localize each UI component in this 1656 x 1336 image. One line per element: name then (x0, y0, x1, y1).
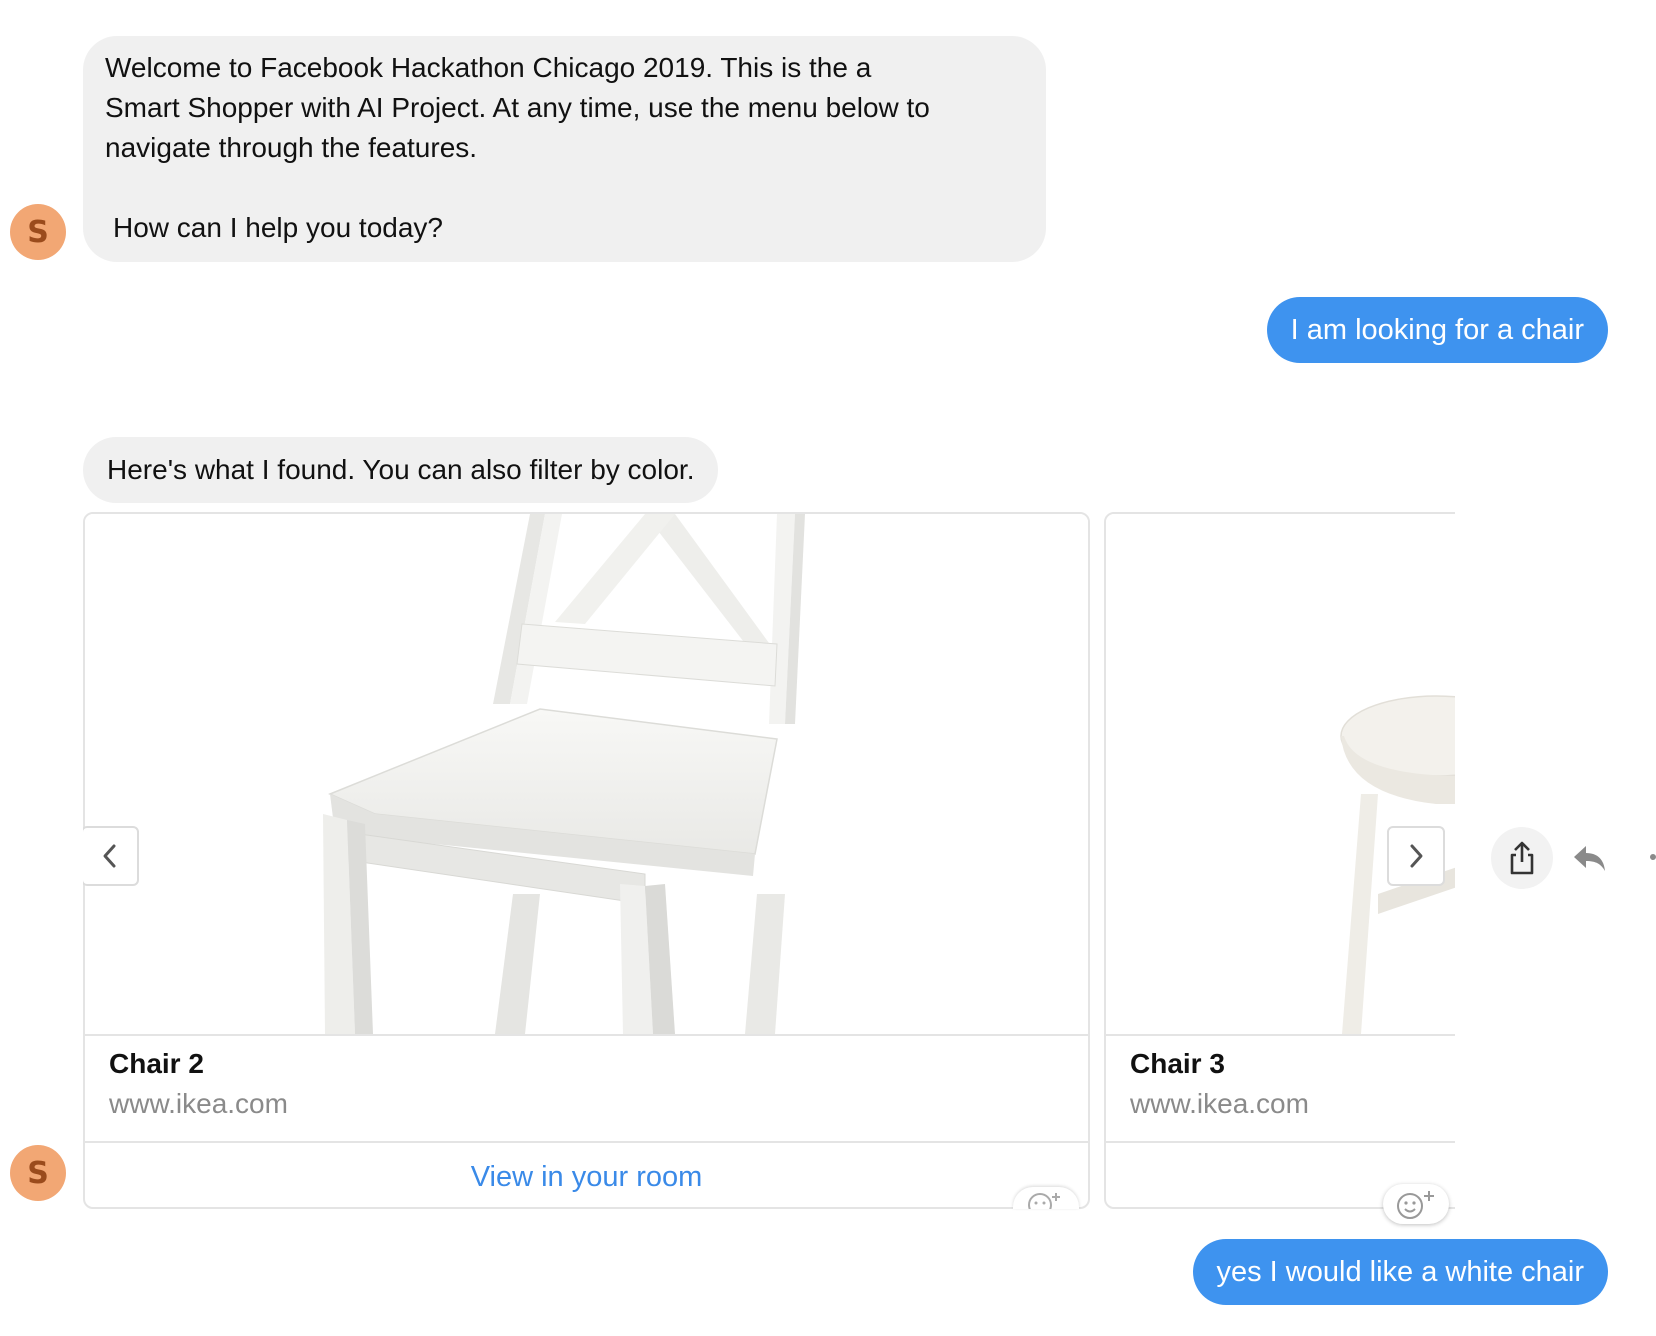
welcome-message: Welcome to Facebook Hackathon Chicago 20… (83, 36, 1046, 262)
view-in-room-button[interactable]: View in your room (85, 1143, 1088, 1207)
add-reaction-icon (1028, 1193, 1060, 1209)
bot-avatar[interactable]: S (10, 1145, 66, 1201)
add-reaction-button[interactable] (1383, 1184, 1449, 1224)
card-subtitle: www.ikea.com (1130, 1088, 1309, 1119)
chevron-left-icon (103, 844, 116, 868)
share-button[interactable] (1491, 827, 1553, 889)
add-reaction-icon (1397, 1191, 1434, 1219)
user-message-white-chair: yes I would like a white chair (1192, 1239, 1608, 1305)
card-title: Chair 3 (1130, 1048, 1225, 1079)
product-carousel[interactable]: Chair 2 www.ikea.com View in your room C… (83, 512, 1455, 1209)
welcome-line-3: navigate through the features. (105, 132, 478, 163)
welcome-line-2: Smart Shopper with AI Project. At any ti… (105, 92, 930, 123)
carousel-prev-button[interactable] (83, 826, 139, 886)
user-message-chair: I am looking for a chair (1266, 297, 1608, 363)
chair-2-image[interactable] (85, 514, 1088, 1036)
card-title: Chair 2 (109, 1048, 204, 1079)
bot-avatar-letter: S (27, 1155, 49, 1191)
card-subtitle: www.ikea.com (109, 1088, 288, 1119)
reply-button[interactable] (1570, 838, 1610, 878)
round-stool-image (1340, 695, 1455, 1034)
found-message: Here's what I found. You can also filter… (83, 437, 719, 503)
chair-3-image[interactable] (1106, 514, 1455, 1036)
bot-avatar[interactable]: S (10, 204, 66, 260)
white-chair-image (323, 514, 805, 1034)
more-button[interactable] (1645, 850, 1656, 864)
chevron-right-icon (1410, 844, 1423, 868)
welcome-line-4: How can I help you today? (113, 212, 443, 243)
reply-icon (1574, 846, 1605, 871)
carousel-next-button[interactable] (1387, 826, 1445, 886)
more-icon (1650, 854, 1656, 860)
add-reaction-button-partial[interactable] (1013, 1187, 1079, 1209)
share-icon (1510, 841, 1534, 875)
product-card-chair-2[interactable]: Chair 2 www.ikea.com View in your room (83, 512, 1090, 1209)
welcome-line-1: Welcome to Facebook Hackathon Chicago 20… (105, 52, 872, 83)
bot-avatar-letter: S (27, 214, 49, 250)
